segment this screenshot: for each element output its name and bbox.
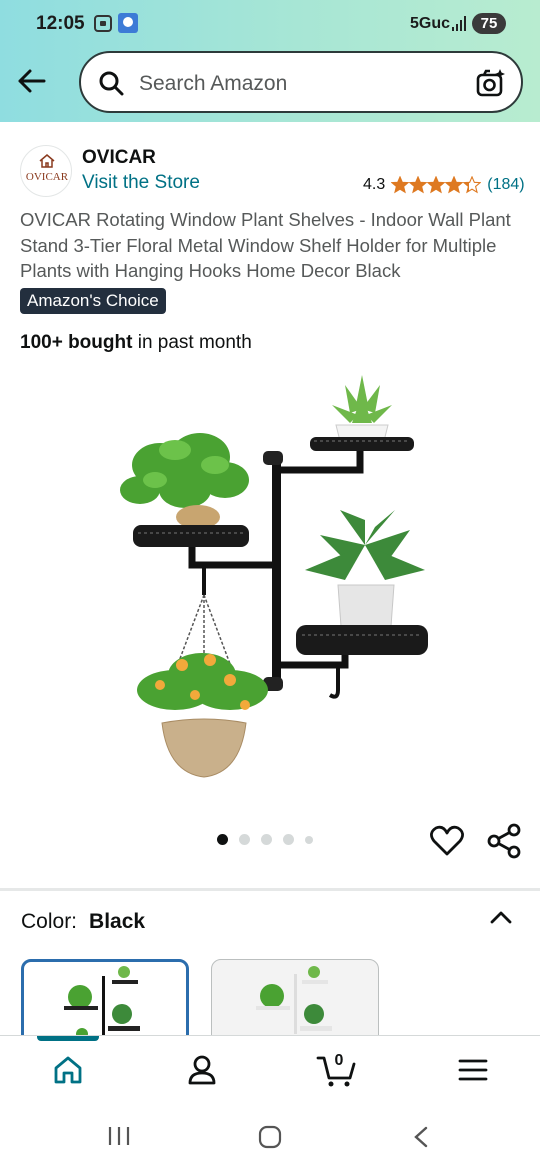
camera-search-icon[interactable] [476,68,506,98]
product-image[interactable] [100,365,440,785]
brand-logo[interactable]: OVICAR [20,145,72,197]
star-icon [409,176,428,194]
bottom-navigation [0,1035,540,1105]
notification-app-icon [118,13,138,33]
cart-count: 0 [334,1052,344,1069]
active-tab-indicator [37,1036,99,1041]
battery-level: 75 [472,13,506,34]
color-value: Black [89,910,146,933]
review-count-link[interactable]: (184) [487,176,524,194]
share-icon[interactable] [487,823,521,859]
brand-name: OVICAR [82,147,156,168]
pagination-dot[interactable] [261,834,272,845]
heart-icon[interactable] [430,825,464,857]
back-arrow-icon[interactable] [14,63,50,99]
recent-apps-icon[interactable] [106,1125,132,1147]
pagination-dot[interactable] [283,834,294,845]
account-icon[interactable] [184,1052,220,1088]
status-time: 12:05 [36,13,85,34]
section-divider [0,888,540,891]
logo-text: OVICAR [25,171,69,183]
menu-icon[interactable] [455,1052,491,1088]
pagination-dot[interactable] [305,835,313,844]
search-input[interactable]: Search Amazon [139,72,287,96]
amazons-choice-badge[interactable]: Amazon's Choice [20,288,166,314]
system-back-icon[interactable] [410,1125,432,1149]
star-icon [391,176,410,194]
home-button-icon[interactable] [257,1125,283,1149]
purchase-count-bold: 100+ bought [20,332,133,353]
signal-icon [452,16,468,31]
network-type: 5Guc [410,15,451,32]
home-icon[interactable] [50,1052,86,1088]
chevron-up-icon[interactable] [489,907,513,927]
purchase-count-rest: in past month [132,332,252,353]
pagination-dot[interactable] [217,834,228,845]
star-rating [391,176,482,194]
search-icon [99,71,124,96]
status-bar: 12:05 5Guc 75 [0,0,540,48]
star-icon [463,176,482,194]
house-icon [39,154,55,168]
pagination-dot[interactable] [239,834,250,845]
image-pagination[interactable] [217,834,324,845]
rating-value: 4.3 [363,176,386,193]
color-selector: Color: Black [21,910,145,934]
visit-store-link[interactable]: Visit the Store [82,172,200,194]
search-bar[interactable]: Search Amazon [79,51,523,113]
product-title: OVICAR Rotating Window Plant Shelves - I… [20,209,511,281]
star-icon [445,176,464,194]
system-navigation-bar [0,1105,540,1170]
screenshot-icon [94,15,112,32]
color-label: Color: [21,910,78,933]
purchase-count: 100+ bought in past month [20,332,252,354]
rating-summary[interactable]: 4.3 (184) [363,175,525,195]
star-icon [427,176,446,194]
